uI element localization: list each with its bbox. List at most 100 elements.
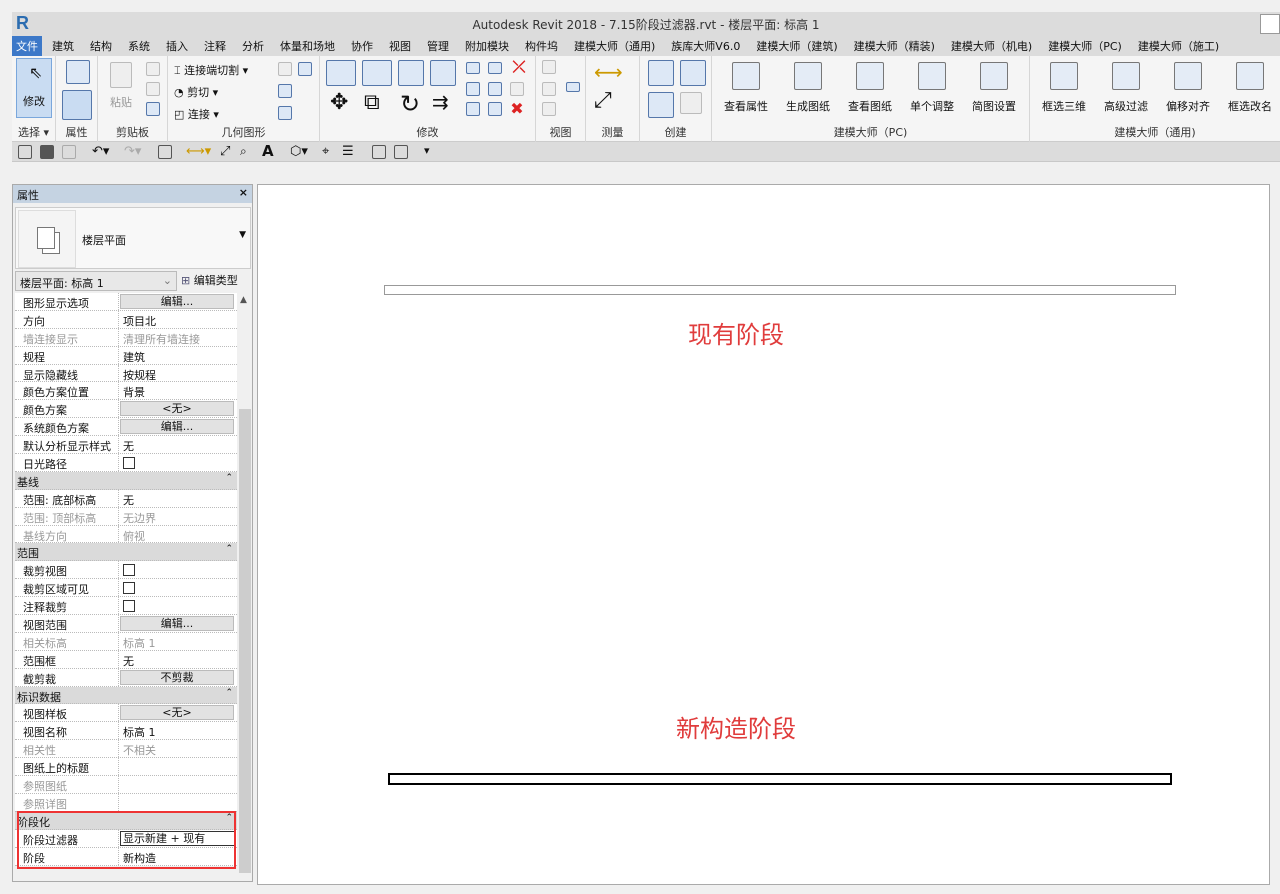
cut-geometry-button[interactable]: ◔ 剪切 ▾ [174, 84, 218, 100]
create-similar-icon[interactable] [680, 92, 702, 114]
property-checkbox[interactable] [123, 457, 135, 470]
eraser-icon[interactable] [542, 102, 556, 116]
override-icon[interactable] [542, 82, 556, 96]
close-hidden-icon[interactable] [372, 145, 386, 159]
align-icon[interactable] [326, 60, 356, 86]
property-button[interactable]: 编辑... [120, 294, 234, 309]
collapse-icon[interactable]: ⌃ [225, 473, 233, 483]
search-input[interactable] [1260, 14, 1280, 34]
new-wall[interactable] [388, 773, 1172, 785]
trim-multiple-icon[interactable] [488, 102, 502, 116]
scale-icon[interactable] [488, 82, 502, 96]
offset-icon[interactable] [362, 60, 392, 86]
scroll-up-icon[interactable]: ▲ [240, 295, 247, 305]
rotate-icon[interactable]: ↻ [400, 90, 420, 118]
collapse-icon[interactable]: ⌃ [225, 688, 233, 698]
dropdown-arrow-icon[interactable]: ▼ [239, 230, 246, 240]
paste-icon[interactable] [110, 62, 132, 88]
pin-icon[interactable] [510, 82, 524, 96]
tab-9[interactable]: 管理 [419, 38, 457, 54]
3d-view-icon[interactable]: ⬡▾ [290, 144, 308, 159]
mirror-axis-icon[interactable] [398, 60, 424, 86]
tab-10[interactable]: 附加模块 [457, 38, 517, 54]
type-selector[interactable]: 楼层平面 ▼ [15, 207, 251, 269]
property-checkbox[interactable] [123, 564, 135, 577]
view-properties-button[interactable]: 查看属性 [716, 60, 776, 114]
mirror-draw-icon[interactable] [430, 60, 456, 86]
properties-icon[interactable] [62, 90, 92, 120]
sync-icon[interactable] [62, 145, 76, 159]
tab-6[interactable]: 体量和场地 [272, 38, 343, 54]
property-button[interactable]: 不剪裁 [120, 669, 234, 685]
property-value[interactable]: 无 [119, 436, 237, 453]
property-value[interactable] [119, 758, 237, 775]
collapse-icon[interactable]: ⌃ [225, 544, 233, 554]
box-rename-button[interactable]: 框选改名 [1220, 60, 1280, 114]
undo-icon[interactable]: ↶▾ [92, 144, 109, 159]
generate-drawing-button[interactable]: 生成图纸 [778, 60, 838, 114]
box-select-3d-button[interactable]: 框选三维 [1034, 60, 1094, 114]
property-value[interactable]: 无 [119, 651, 237, 668]
tab-7[interactable]: 协作 [343, 38, 381, 54]
print-icon[interactable] [158, 145, 172, 159]
drawing-canvas[interactable]: 现有阶段 新构造阶段 [257, 184, 1270, 885]
tab-12[interactable]: 建模大师（通用) [566, 38, 663, 54]
offset-align-button[interactable]: 偏移对齐 [1158, 60, 1218, 114]
edit-type-button[interactable]: ⊞ 编辑类型 [181, 272, 238, 288]
move-icon[interactable]: ✥ [330, 90, 348, 115]
tab-4[interactable]: 注释 [196, 38, 234, 54]
tab-11[interactable]: 构件坞 [517, 38, 566, 54]
switch-windows-icon[interactable] [394, 145, 408, 159]
text-icon[interactable]: A [262, 142, 274, 160]
instance-filter-select[interactable]: 楼层平面: 标高 1 ⌄ [15, 271, 177, 291]
advanced-filter-button[interactable]: 高级过滤 [1096, 60, 1156, 114]
save-icon[interactable] [40, 145, 54, 159]
property-value[interactable]: 按规程 [119, 365, 237, 382]
paste-button[interactable]: 粘贴 [110, 94, 132, 110]
create-group-icon[interactable] [648, 92, 674, 118]
join-button[interactable]: ◰ 连接 ▾ [174, 106, 219, 122]
existing-wall[interactable] [384, 285, 1176, 295]
measure-between-icon[interactable]: ⟷ [594, 60, 623, 84]
property-value[interactable]: 无 [119, 490, 237, 507]
create-part-icon[interactable] [680, 60, 706, 86]
tab-5[interactable]: 分析 [234, 38, 272, 54]
property-value[interactable]: 建筑 [119, 347, 237, 364]
tab-16[interactable]: 建模大师（机电) [943, 38, 1040, 54]
dimension-icon[interactable]: ⤢ [220, 144, 230, 159]
tab-14[interactable]: 建模大师（建筑) [748, 38, 845, 54]
measure-icon[interactable]: ⟷▾ [186, 144, 211, 159]
match-properties-icon[interactable] [146, 102, 160, 116]
split-face-icon[interactable] [278, 62, 292, 76]
customize-qat-icon[interactable]: ▾ [424, 144, 430, 157]
tab-17[interactable]: 建模大师（PC) [1040, 38, 1130, 54]
split-icon[interactable] [466, 62, 480, 74]
linework-icon[interactable] [566, 82, 580, 92]
tab-8[interactable]: 视图 [381, 38, 419, 54]
property-checkbox[interactable] [123, 600, 135, 613]
unpin-icon[interactable]: ⤫ [510, 58, 528, 76]
modify-button[interactable]: ⇖ 修改 [16, 58, 52, 118]
section-icon[interactable]: ⌖ [322, 144, 329, 159]
scrollbar[interactable]: ▲ [239, 293, 251, 873]
tab-2[interactable]: 系统 [120, 38, 158, 54]
hide-icon[interactable] [542, 60, 556, 74]
demolish-icon[interactable] [278, 106, 292, 120]
paint-icon[interactable] [298, 62, 312, 76]
split-gap-icon[interactable] [488, 62, 502, 74]
scrollbar-thumb[interactable] [239, 409, 251, 873]
type-properties-icon[interactable] [66, 60, 90, 84]
aligned-dimension-icon[interactable]: ⤢ [594, 88, 612, 113]
tab-0[interactable]: 建筑 [44, 38, 82, 54]
open-icon[interactable] [18, 145, 32, 159]
redo-icon[interactable]: ↷▾ [124, 144, 141, 159]
array-icon[interactable] [466, 82, 480, 96]
property-button[interactable]: <无> [120, 705, 234, 721]
property-button[interactable]: <无> [120, 401, 234, 417]
create-assembly-icon[interactable] [648, 60, 674, 86]
cope-button[interactable]: ⌶ 连接端切割 ▾ [174, 62, 248, 78]
property-value[interactable]: 标高 1 [119, 722, 237, 739]
view-drawing-button[interactable]: 查看图纸 [840, 60, 900, 114]
copy-icon[interactable] [146, 82, 160, 96]
tag-icon[interactable]: ⌕ [240, 144, 247, 159]
